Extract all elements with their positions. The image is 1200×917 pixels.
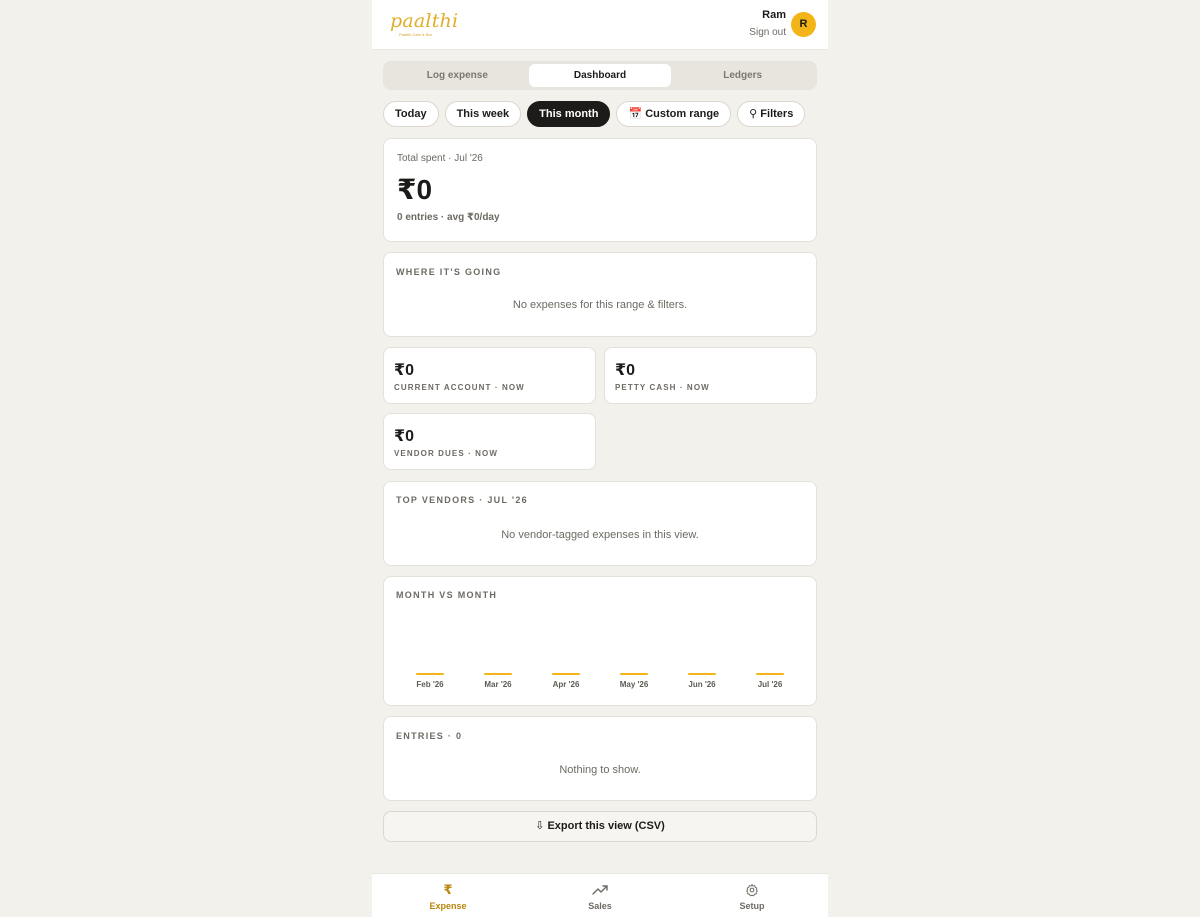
pin-icon: ⚲: [749, 108, 758, 120]
app-header: paalthi Paalthi Cafe & Bar Ram Sign out …: [372, 0, 828, 50]
total-spent-caption: Total spent · Jul '26: [397, 153, 483, 164]
user-name: Ram: [762, 9, 786, 21]
chart-bar-group: May '26: [614, 673, 654, 689]
custom-range-button[interactable]: 📅 Custom range: [616, 101, 732, 127]
chart-bar-group: Jun '26: [682, 673, 722, 689]
chart-bar-group: Mar '26: [478, 673, 518, 689]
top-vendors-empty: No vendor-tagged expenses in this view.: [501, 529, 699, 541]
chart-bar: [688, 673, 716, 675]
nav-setup[interactable]: Setup: [676, 874, 828, 917]
vendor-dues-card[interactable]: ₹0 Vendor dues · now: [383, 413, 596, 470]
export-csv-button[interactable]: ⇩ Export this view (CSV): [383, 811, 817, 842]
month-vs-month-chart: Feb '26 Mar '26 Apr '26 May '26 Jun '26 Jul '…: [396, 673, 804, 697]
trending-up-icon: [592, 885, 608, 895]
month-vs-month-card: Month vs month Feb '26 Mar '26 Apr '26 May …: [383, 576, 817, 706]
download-icon: ⇩: [535, 820, 545, 832]
chart-bar: [620, 673, 648, 675]
rupee-icon: ₹: [443, 882, 453, 897]
chart-bar-group: Jul '26: [750, 673, 790, 689]
entries-empty: Nothing to show.: [559, 764, 641, 776]
range-filter-bar: Today This week This month 📅 Custom rang…: [383, 101, 806, 127]
chart-tick-label: Jul '26: [757, 680, 783, 689]
top-vendors-card: Top vendors · Jul '26 No vendor-tagged e…: [383, 481, 817, 566]
tab-log-expense[interactable]: Log expense: [386, 64, 529, 87]
chart-bar: [416, 673, 444, 675]
range-month-button[interactable]: This month: [527, 101, 611, 127]
logo-text: paalthi: [390, 10, 459, 32]
chart-bar: [756, 673, 784, 675]
vendor-dues-amount: ₹0: [394, 428, 415, 445]
top-vendors-title: Top vendors · Jul '26: [396, 495, 528, 505]
chart-bar: [484, 673, 512, 675]
chart-tick-label: Feb '26: [416, 680, 444, 689]
petty-cash-card[interactable]: ₹0 Petty cash · now: [604, 347, 817, 404]
app-shell: paalthi Paalthi Cafe & Bar Ram Sign out …: [372, 0, 828, 917]
entries-title: Entries · 0: [396, 731, 463, 741]
current-account-card[interactable]: ₹0 Current account · now: [383, 347, 596, 404]
range-today-button[interactable]: Today: [383, 101, 439, 127]
entries-card: Entries · 0 Nothing to show.: [383, 716, 817, 801]
logo-tagline: Paalthi Cafe & Bar: [399, 32, 432, 37]
tab-dashboard[interactable]: Dashboard: [528, 64, 672, 87]
custom-range-label: Custom range: [645, 108, 720, 120]
month-vs-month-title: Month vs month: [396, 590, 498, 600]
tab-ledgers[interactable]: Ledgers: [671, 64, 814, 87]
gear-icon: [746, 883, 758, 897]
chart-bar-group: Apr '26: [546, 673, 586, 689]
chart-tick-label: Apr '26: [552, 680, 580, 689]
petty-cash-amount: ₹0: [615, 362, 636, 379]
where-its-going-empty: No expenses for this range & filters.: [512, 299, 688, 311]
nav-sales-label: Sales: [588, 901, 612, 911]
user-block: Ram Sign out: [749, 9, 786, 38]
nav-expense[interactable]: ₹ Expense: [372, 874, 524, 917]
total-spent-detail: 0 entries · avg ₹0/day: [397, 212, 500, 223]
main-tabs: Log expense Dashboard Ledgers: [383, 61, 817, 90]
chart-tick-label: May '26: [619, 680, 649, 689]
total-spent-amount: ₹0: [397, 174, 433, 205]
chart-tick-label: Jun '26: [688, 680, 716, 689]
calendar-icon: 📅: [628, 108, 643, 120]
nav-setup-label: Setup: [739, 901, 765, 911]
brand-logo[interactable]: paalthi Paalthi Cafe & Bar: [384, 10, 458, 40]
current-account-amount: ₹0: [394, 362, 415, 379]
total-spent-card: Total spent · Jul '26 ₹0 0 entries · avg…: [383, 138, 817, 242]
where-its-going-card: Where it's going No expenses for this ra…: [383, 252, 817, 337]
nav-sales[interactable]: Sales: [524, 874, 676, 917]
petty-cash-label: Petty cash · now: [615, 383, 710, 392]
chart-bar-group: Feb '26: [410, 673, 450, 689]
filters-button[interactable]: ⚲ Filters: [737, 101, 806, 127]
filters-label: Filters: [760, 108, 794, 120]
current-account-label: Current account · now: [394, 383, 525, 392]
range-week-button[interactable]: This week: [444, 101, 522, 127]
export-csv-label: Export this view (CSV): [547, 820, 665, 832]
chart-bar: [552, 673, 580, 675]
bottom-nav: ₹ Expense Sales Setup: [372, 873, 828, 917]
nav-expense-label: Expense: [429, 901, 467, 911]
chart-tick-label: Mar '26: [484, 680, 512, 689]
avatar[interactable]: R: [791, 12, 816, 37]
sign-out-link[interactable]: Sign out: [749, 27, 786, 38]
where-its-going-title: Where it's going: [396, 267, 502, 277]
vendor-dues-label: Vendor dues · now: [394, 449, 499, 458]
